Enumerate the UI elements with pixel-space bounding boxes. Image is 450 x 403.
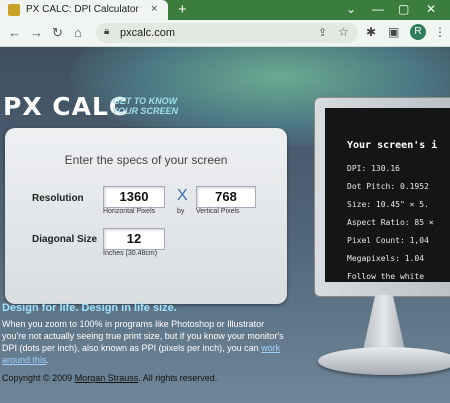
vertical-pixels-caption: Vertical Pixels bbox=[196, 208, 240, 215]
monitor-graphic: Your screen's i DPI: 130.16 Dot Pitch: 0… bbox=[314, 97, 450, 297]
star-icon[interactable]: ☆ bbox=[338, 25, 349, 39]
diagonal-size-caption: Inches (30.48cm) bbox=[103, 250, 158, 257]
browser-tab[interactable]: PX CALC: DPI Calculator with Dot × bbox=[0, 0, 168, 20]
tagline-line-1: GET TO KNOW bbox=[112, 96, 178, 106]
size-result: Size: 10.45" × 5. bbox=[347, 200, 429, 209]
monitor-screen: Your screen's i DPI: 130.16 Dot Pitch: 0… bbox=[325, 108, 450, 282]
horizontal-pixels-caption: Horizontal Pixels bbox=[103, 208, 156, 215]
times-symbol: X bbox=[177, 187, 188, 204]
page-content: PX CALC GET TO KNOW YOUR SCREEN Enter th… bbox=[0, 47, 450, 403]
url-text[interactable]: pxcalc.com bbox=[120, 27, 175, 39]
headline: Design for life. Design in life size. bbox=[2, 302, 177, 314]
tagline: GET TO KNOW YOUR SCREEN bbox=[104, 96, 186, 116]
tab-title: PX CALC: DPI Calculator with Dot bbox=[26, 4, 142, 15]
monitor-stand-base bbox=[318, 347, 450, 375]
intro-text: When you zoom to 100% in programs like P… bbox=[2, 319, 284, 353]
follow-text: Follow the white bbox=[347, 272, 425, 281]
by-caption: by bbox=[177, 208, 185, 215]
sidebar-icon[interactable]: ▣ bbox=[388, 25, 399, 39]
favicon-icon bbox=[8, 4, 20, 16]
tab-search-icon[interactable]: ⌄ bbox=[346, 2, 356, 16]
intro-text-end: . bbox=[46, 355, 50, 365]
browser-toolbar: ← → ↻ ⌂ 🔒︎ pxcalc.com ⇪ ☆ ✱ ▣ R ⋮ bbox=[0, 20, 450, 47]
tagline-line-2: YOUR SCREEN bbox=[111, 106, 178, 116]
copyright: Copyright © 2009 Morgan Strauss. All rig… bbox=[2, 373, 217, 383]
megapixels-result: Megapixels: 1.04 bbox=[347, 254, 425, 263]
monitor-stand-neck bbox=[362, 295, 406, 355]
address-bar[interactable]: 🔒︎ pxcalc.com ⇪ ☆ bbox=[96, 23, 358, 43]
screen-results-title: Your screen's i bbox=[347, 140, 438, 151]
pixel-count-result: Pixel Count: 1,04 bbox=[347, 236, 429, 245]
forward-icon[interactable]: → bbox=[30, 25, 43, 40]
author-link[interactable]: Morgan Strauss bbox=[75, 373, 139, 383]
maximize-icon[interactable]: ▢ bbox=[398, 2, 409, 16]
copyright-suffix: . All rights reserved. bbox=[138, 373, 218, 383]
horizontal-pixels-input[interactable]: 1360 bbox=[103, 186, 165, 208]
lock-icon[interactable]: 🔒︎ bbox=[104, 26, 109, 37]
dot-pitch-result: Dot Pitch: 0.1952 bbox=[347, 182, 429, 191]
reload-icon[interactable]: ↻ bbox=[52, 25, 63, 41]
new-tab-button[interactable]: + bbox=[178, 1, 187, 18]
copyright-prefix: Copyright © 2009 bbox=[2, 373, 75, 383]
vertical-pixels-input[interactable]: 768 bbox=[196, 186, 256, 208]
screen-specs-form: Enter the specs of your screen Resolutio… bbox=[5, 128, 287, 304]
close-window-icon[interactable]: ✕ bbox=[426, 2, 436, 16]
minimize-icon[interactable]: — bbox=[372, 2, 384, 16]
intro-paragraph: When you zoom to 100% in programs like P… bbox=[2, 318, 290, 366]
menu-icon[interactable]: ⋮ bbox=[434, 25, 446, 39]
diagonal-size-label: Diagonal Size bbox=[32, 234, 98, 245]
tab-close-icon[interactable]: × bbox=[151, 3, 157, 15]
tab-strip: PX CALC: DPI Calculator with Dot × + ⌄ —… bbox=[0, 0, 450, 20]
form-header: Enter the specs of your screen bbox=[64, 153, 228, 167]
aspect-ratio-result: Aspect Ratio: 85 × bbox=[347, 218, 434, 227]
back-icon[interactable]: ← bbox=[8, 25, 21, 40]
dpi-result: DPI: 130.16 bbox=[347, 164, 400, 173]
diagonal-size-input[interactable]: 12 bbox=[103, 228, 165, 250]
extensions-icon[interactable]: ✱ bbox=[366, 25, 376, 39]
home-icon[interactable]: ⌂ bbox=[74, 25, 82, 40]
share-icon[interactable]: ⇪ bbox=[318, 26, 327, 39]
resolution-label: Resolution bbox=[32, 193, 84, 204]
profile-avatar[interactable]: R bbox=[410, 24, 426, 40]
